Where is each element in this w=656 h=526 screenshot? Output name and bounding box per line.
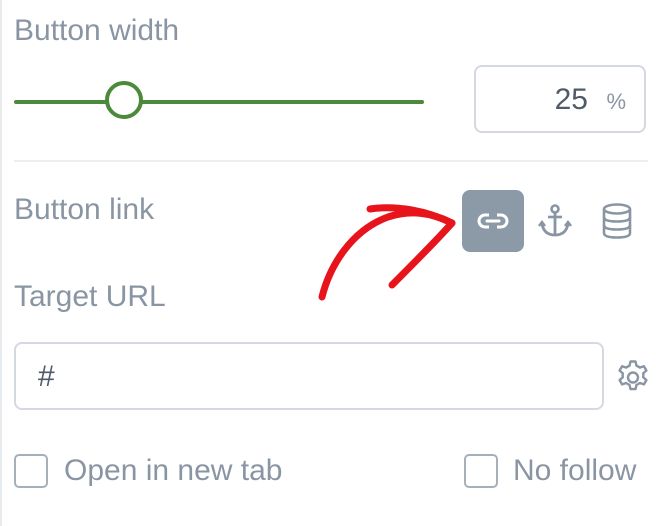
target-url-label: Target URL — [14, 280, 166, 313]
link-type-anchor-button[interactable] — [524, 190, 586, 252]
slider-track[interactable] — [14, 100, 424, 104]
section-divider — [14, 160, 648, 162]
button-link-label: Button link — [14, 193, 155, 226]
link-icon — [477, 213, 509, 229]
open-in-new-tab-label: Open in new tab — [64, 454, 283, 487]
link-type-dynamic-data-button[interactable] — [586, 190, 648, 252]
percent-unit: % — [606, 89, 626, 114]
target-url-input[interactable]: # — [14, 342, 604, 410]
link-type-url-button[interactable] — [462, 190, 524, 252]
no-follow-checkbox[interactable] — [464, 454, 498, 488]
database-icon — [602, 203, 632, 239]
button-width-label: Button width — [14, 14, 180, 47]
annotation-arrow-icon — [318, 204, 456, 301]
button-width-input[interactable]: 25 % — [474, 65, 646, 133]
gear-icon[interactable] — [614, 358, 652, 396]
slider-thumb[interactable] — [105, 81, 143, 119]
anchor-icon — [538, 204, 572, 237]
button-width-value: 25 — [554, 83, 588, 116]
no-follow-label: No follow — [513, 454, 637, 487]
button-settings-panel: Button width 25 % Button link Target URL… — [0, 0, 656, 526]
target-url-value: # — [38, 360, 55, 393]
open-in-new-tab-checkbox[interactable] — [14, 454, 48, 488]
